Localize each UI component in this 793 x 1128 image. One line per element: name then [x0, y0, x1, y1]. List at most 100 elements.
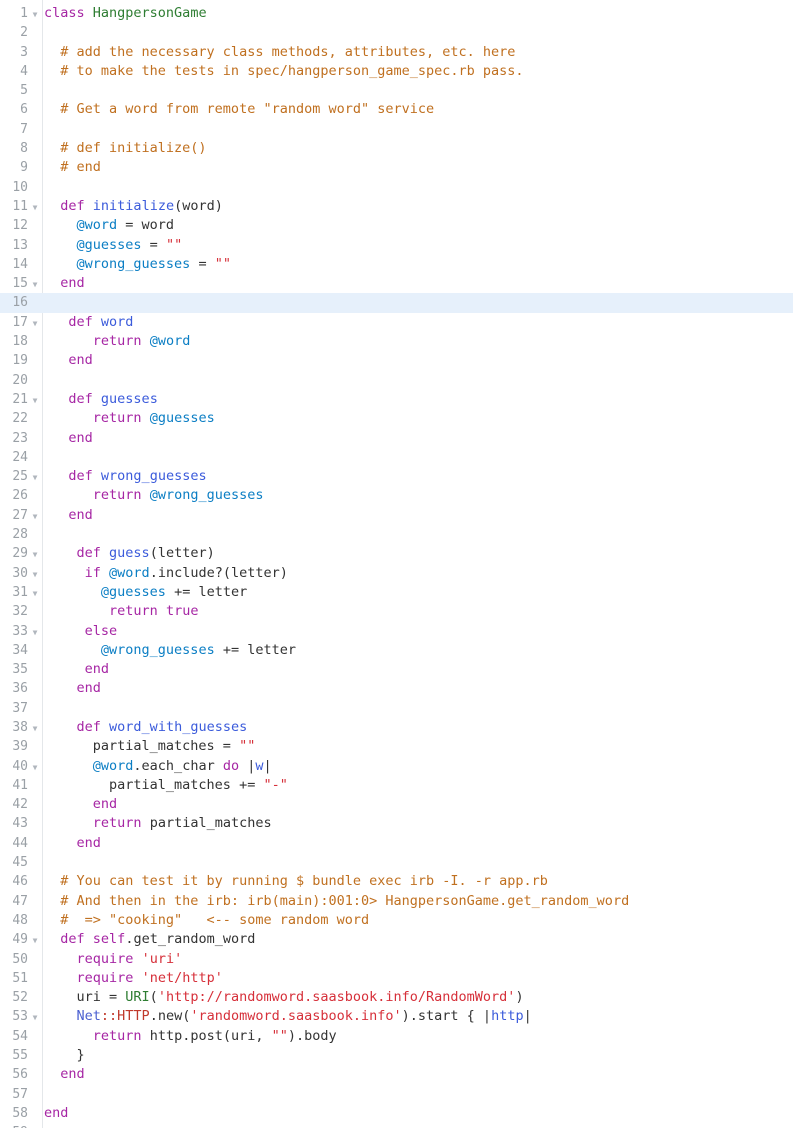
code-line[interactable]: 3 # add the necessary class methods, att… — [0, 43, 793, 62]
code-line[interactable]: 17 ▼ def word — [0, 313, 793, 332]
fold-arrow-icon[interactable]: ▼ — [30, 757, 40, 776]
code-line[interactable]: 52 uri = URI('http://randomword.saasbook… — [0, 988, 793, 1007]
code-line[interactable]: 35 end — [0, 660, 793, 679]
code-line[interactable]: 12 @word = word — [0, 216, 793, 235]
code-line[interactable]: 34 @wrong_guesses += letter — [0, 641, 793, 660]
code-line[interactable]: 47 # And then in the irb: irb(main):001:… — [0, 892, 793, 911]
code-text: Net::HTTP.new('randomword.saasbook.info'… — [44, 1007, 532, 1026]
code-line[interactable]: 58 end — [0, 1104, 793, 1123]
code-line[interactable]: 13 @guesses = "" — [0, 236, 793, 255]
code-line[interactable]: 31 ▼ @guesses += letter — [0, 583, 793, 602]
code-line[interactable]: 8 # def initialize() — [0, 139, 793, 158]
fold-arrow-icon[interactable]: ▼ — [30, 313, 40, 332]
code-line[interactable]: 45 — [0, 853, 793, 872]
code-line[interactable]: 25 ▼ def wrong_guesses — [0, 467, 793, 486]
code-line[interactable]: 14 @wrong_guesses = "" — [0, 255, 793, 274]
token-pln: partial_matches += — [44, 776, 264, 793]
code-line[interactable]: 1 ▼ class HangpersonGame — [0, 4, 793, 23]
fold-arrow-icon[interactable]: ▼ — [30, 564, 40, 583]
code-line[interactable]: 28 — [0, 525, 793, 544]
code-line[interactable]: 59 — [0, 1123, 793, 1128]
fold-arrow-icon[interactable]: ▼ — [30, 197, 40, 216]
code-line[interactable]: 16 — [0, 293, 793, 313]
token-pln: = — [190, 255, 215, 272]
line-number: 50 — [12, 951, 28, 967]
code-line[interactable]: 43 return partial_matches — [0, 814, 793, 833]
token-kw: end — [68, 352, 93, 369]
fold-arrow-icon[interactable]: ▼ — [30, 718, 40, 737]
fold-arrow-icon[interactable]: ▼ — [30, 1007, 40, 1026]
token-pln — [101, 545, 109, 561]
code-line[interactable]: 50 require 'uri' — [0, 950, 793, 969]
token-pln — [44, 623, 85, 639]
fold-arrow-icon[interactable]: ▼ — [30, 390, 40, 409]
code-line[interactable]: 18 return @word — [0, 332, 793, 351]
token-pln — [44, 796, 93, 812]
code-line[interactable]: 42 end — [0, 795, 793, 814]
code-line[interactable]: 24 — [0, 448, 793, 467]
token-kw: def — [60, 197, 85, 214]
code-line[interactable]: 30 ▼ if @word.include?(letter) — [0, 564, 793, 583]
line-number: 58 — [12, 1105, 28, 1121]
line-number: 37 — [12, 700, 28, 716]
token-pln — [44, 314, 68, 330]
code-line[interactable]: 33 ▼ else — [0, 622, 793, 641]
code-line[interactable]: 57 — [0, 1085, 793, 1104]
code-line[interactable]: 20 — [0, 371, 793, 390]
code-line[interactable]: 9 # end — [0, 158, 793, 177]
fold-arrow-icon[interactable]: ▼ — [30, 930, 40, 949]
code-editor[interactable]: 1 ▼ class HangpersonGame 2 3 # add the neces… — [0, 0, 793, 1128]
code-text: def initialize(word) — [44, 197, 223, 216]
code-lines-container[interactable]: 1 ▼ class HangpersonGame 2 3 # add the neces… — [0, 4, 793, 1128]
code-line[interactable]: 48 # => "cooking" <-- some random word — [0, 911, 793, 930]
token-const: URI — [125, 989, 150, 1006]
code-line[interactable]: 22 return @guesses — [0, 409, 793, 428]
code-line[interactable]: 2 — [0, 23, 793, 42]
code-line[interactable]: 32 return true — [0, 602, 793, 621]
code-line[interactable]: 44 end — [0, 834, 793, 853]
code-line[interactable]: 4 # to make the tests in spec/hangperson… — [0, 62, 793, 81]
code-line[interactable]: 26 return @wrong_guesses — [0, 486, 793, 505]
code-line[interactable]: 38 ▼ def word_with_guesses — [0, 718, 793, 737]
code-line[interactable]: 29 ▼ def guess(letter) — [0, 544, 793, 563]
token-pln: = word — [117, 217, 175, 234]
code-line[interactable]: 23 end — [0, 429, 793, 448]
token-pln — [44, 584, 101, 600]
fold-arrow-icon[interactable]: ▼ — [30, 4, 40, 23]
fold-arrow-icon[interactable]: ▼ — [30, 467, 40, 486]
code-line[interactable]: 54 return http.post(uri, "").body — [0, 1027, 793, 1046]
code-line[interactable]: 27 ▼ end — [0, 506, 793, 525]
code-line[interactable]: 21 ▼ def guesses — [0, 390, 793, 409]
line-number: 59 — [0, 1123, 42, 1128]
code-line[interactable]: 46 # You can test it by running $ bundle… — [0, 872, 793, 891]
code-line[interactable]: 19 end — [0, 351, 793, 370]
code-text: def self.get_random_word — [44, 930, 255, 949]
code-line[interactable]: 49 ▼ def self.get_random_word — [0, 930, 793, 949]
code-line[interactable]: 5 — [0, 81, 793, 100]
code-line[interactable]: 15 ▼ end — [0, 274, 793, 293]
code-line[interactable]: 6 # Get a word from remote "random word"… — [0, 100, 793, 119]
fold-arrow-icon[interactable]: ▼ — [30, 506, 40, 525]
fold-arrow-icon[interactable]: ▼ — [30, 583, 40, 602]
token-pln — [44, 352, 68, 368]
code-line[interactable]: 39 partial_matches = "" — [0, 737, 793, 756]
code-text: # Get a word from remote "random word" s… — [44, 100, 434, 119]
code-line[interactable]: 10 — [0, 178, 793, 197]
code-line[interactable]: 53 ▼ Net::HTTP.new('randomword.saasbook.i… — [0, 1007, 793, 1026]
code-line[interactable]: 11 ▼ def initialize(word) — [0, 197, 793, 216]
code-line[interactable]: 7 — [0, 120, 793, 139]
code-line[interactable]: 36 end — [0, 679, 793, 698]
code-line[interactable]: 37 — [0, 699, 793, 718]
code-line[interactable]: 55 } — [0, 1046, 793, 1065]
fold-arrow-icon[interactable]: ▼ — [30, 544, 40, 563]
token-ivar: @word — [149, 333, 191, 350]
token-cmt: # add the necessary class methods, attri… — [44, 43, 516, 60]
code-line[interactable]: 56 end — [0, 1065, 793, 1084]
line-number: 35 — [12, 662, 28, 678]
code-line[interactable]: 41 partial_matches += "-" — [0, 776, 793, 795]
fold-arrow-icon[interactable]: ▼ — [30, 622, 40, 641]
line-number: 18 — [12, 334, 28, 350]
fold-arrow-icon[interactable]: ▼ — [30, 274, 40, 293]
code-line[interactable]: 51 require 'net/http' — [0, 969, 793, 988]
code-line[interactable]: 40 ▼ @word.each_char do |w| — [0, 757, 793, 776]
